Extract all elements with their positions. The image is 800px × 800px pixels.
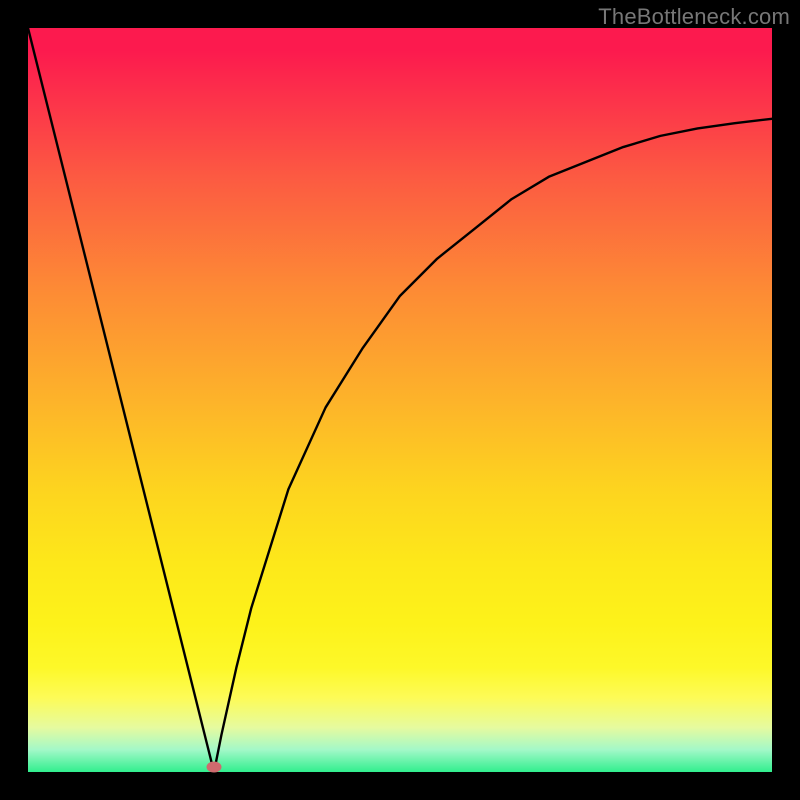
minimum-marker xyxy=(207,762,222,773)
plot-area xyxy=(28,28,772,772)
chart-frame: TheBottleneck.com xyxy=(0,0,800,800)
watermark-text: TheBottleneck.com xyxy=(598,4,790,30)
